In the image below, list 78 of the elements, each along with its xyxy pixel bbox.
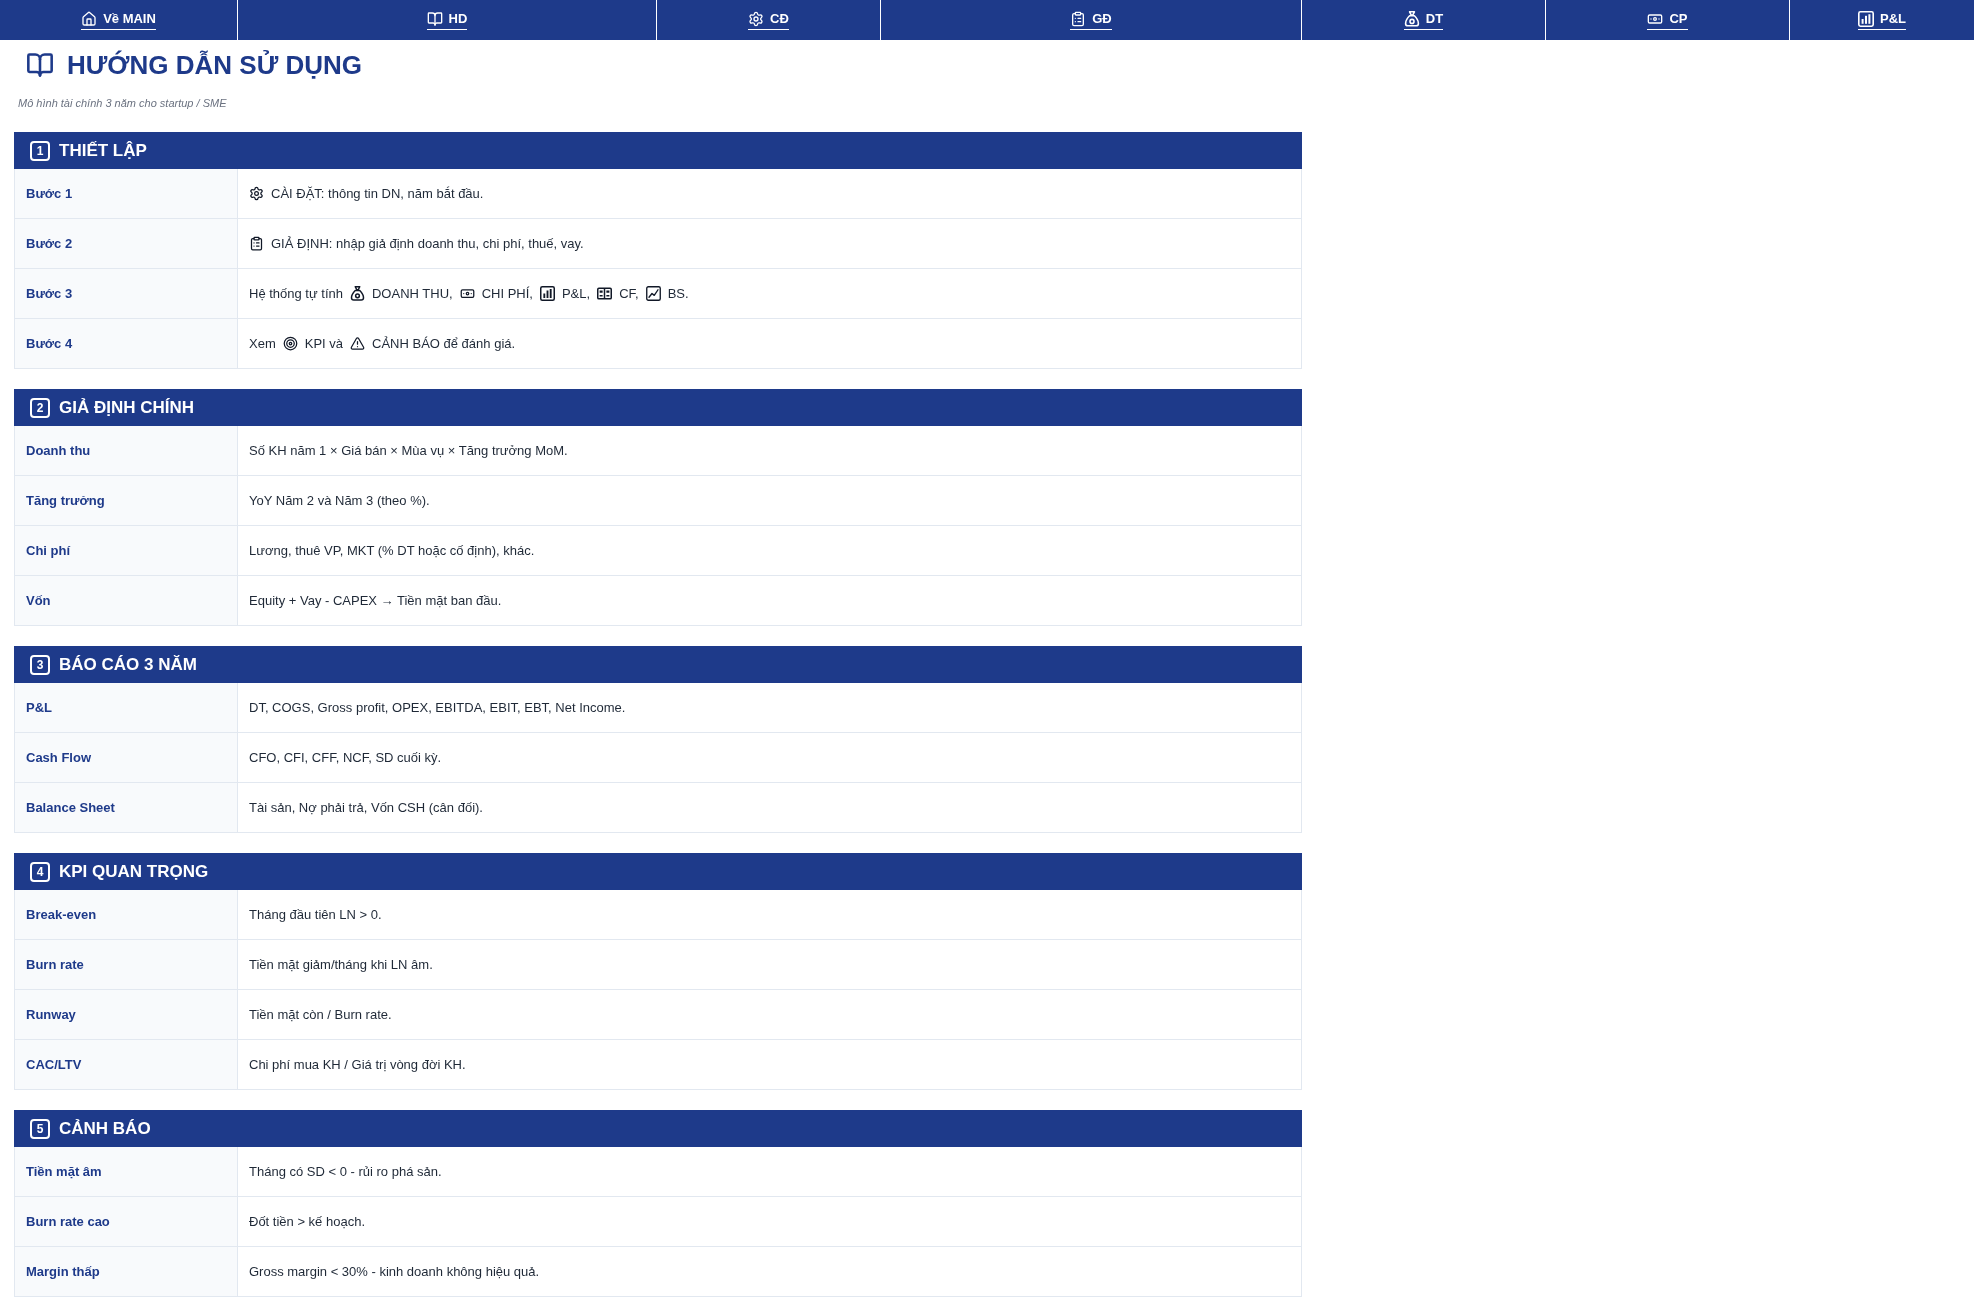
row-text: Xem [249, 334, 276, 353]
bar-chart-icon [1858, 10, 1874, 27]
target-icon [282, 336, 298, 351]
line-chart-icon [645, 286, 661, 301]
row-label: Burn rate cao [26, 1212, 110, 1231]
row-text: Gross margin < 30% - kinh doanh không hiệu quả. [249, 1262, 540, 1281]
money-bag-icon [1403, 10, 1420, 27]
nav-link[interactable]: DT [1403, 10, 1444, 30]
row-text: Tháng có SD < 0 - rủi ro phá sản. [249, 1162, 442, 1181]
row-text: DOANH THU, [372, 284, 453, 303]
row-label: Tăng trưởng [26, 491, 105, 510]
nav-link[interactable]: CĐ [748, 10, 789, 30]
clipboard-icon [1070, 10, 1087, 27]
banknote-icon [459, 286, 475, 301]
row-text: Lương, thuê VP, MKT (% DT hoặc cố định), khác. [249, 541, 535, 560]
row-label: Bước 4 [26, 334, 73, 353]
row-text: KPI và [304, 334, 344, 353]
row-text: Chi phí mua KH / Giá trị vòng đời KH. [249, 1055, 466, 1074]
section-title: CẢNH BÁO [59, 1120, 151, 1137]
row-text: CFO, CFI, CFF, NCF, SD cuối kỳ. [249, 748, 442, 767]
section-number: 4 [30, 861, 50, 882]
row-label: Bước 3 [26, 284, 73, 303]
row-label: Cash Flow [26, 748, 91, 767]
row-text: Equity + Vay - CAPEX → Tiền mặt ban đầu. [249, 591, 502, 610]
row-text: BS. [667, 284, 689, 303]
row-label: CAC/LTV [26, 1055, 82, 1074]
row-label: Burn rate [26, 955, 84, 974]
row-text: CF, [619, 284, 639, 303]
row-text: CHI PHÍ, [481, 284, 533, 303]
row-label: Chi phí [26, 541, 71, 560]
clipboard-icon [249, 236, 264, 251]
gear-icon [748, 10, 765, 27]
section-number: 1 [30, 140, 50, 161]
money-bag-icon [350, 286, 365, 301]
row-text: CẢNH BÁO để đánh giá. [372, 334, 516, 353]
row-label: Balance Sheet [26, 798, 115, 817]
ledger-icon [597, 286, 613, 301]
warning-icon [350, 336, 366, 351]
row-text: GIẢ ĐỊNH: nhập giả định doanh thu, chi phí, thuế, vay. [271, 234, 584, 253]
section-number: 5 [30, 1118, 50, 1139]
gear-icon [249, 186, 264, 201]
row-text: Tiền mặt giảm/tháng khi LN âm. [249, 955, 433, 974]
section-title: KPI QUAN TRỌNG [59, 863, 209, 880]
row-label: Break-even [26, 905, 97, 924]
book-icon [426, 10, 443, 27]
section-title: BÁO CÁO 3 NĂM [59, 656, 197, 673]
bar-chart-icon [539, 286, 555, 301]
nav-link[interactable]: CP [1647, 10, 1688, 30]
row-text: CÀI ĐẶT: thông tin DN, năm bắt đầu. [271, 184, 484, 203]
row-label: Margin thấp [26, 1262, 100, 1281]
row-label: P&L [26, 698, 52, 717]
book-icon [25, 51, 55, 79]
row-text: Tài sản, Nợ phải trả, Vốn CSH (cân đối). [249, 798, 483, 817]
section-title: GIẢ ĐỊNH CHÍNH [59, 399, 195, 416]
row-label: Bước 2 [26, 234, 73, 253]
row-text: Tiền mặt còn / Burn rate. [249, 1005, 392, 1024]
house-icon [81, 10, 98, 27]
row-text: Tháng đầu tiên LN > 0. [249, 905, 382, 924]
row-text: Số KH năm 1 × Giá bán × Mùa vụ × Tăng trưởng MoM. [249, 441, 568, 460]
page-subtitle: Mô hình tài chính 3 năm cho startup / SME [18, 97, 227, 109]
row-label: Tiền mặt âm [26, 1162, 102, 1181]
nav-link[interactable]: Về MAIN [81, 10, 156, 30]
nav-link[interactable]: P&L [1858, 10, 1906, 30]
row-label: Doanh thu [26, 441, 91, 460]
row-text: Hệ thống tự tính [249, 284, 343, 303]
nav-link[interactable]: HD [426, 10, 468, 30]
row-label: Bước 1 [26, 184, 73, 203]
row-label: Vốn [26, 591, 51, 610]
row-text: YoY Năm 2 và Năm 3 (theo %). [249, 491, 430, 510]
section-number: 3 [30, 654, 50, 675]
row-text: DT, COGS, Gross profit, OPEX, EBITDA, EBIT, EBT, Net Income. [249, 698, 626, 717]
section-number: 2 [30, 397, 50, 418]
row-text: P&L, [561, 284, 591, 303]
nav-link[interactable]: GĐ [1070, 10, 1112, 30]
row-text: Đốt tiền > kế hoạch. [249, 1212, 365, 1231]
section-title: THIẾT LẬP [59, 142, 147, 159]
page-title: HƯỚNG DẪN SỬ DỤNG [67, 52, 362, 78]
row-label: Runway [26, 1005, 76, 1024]
